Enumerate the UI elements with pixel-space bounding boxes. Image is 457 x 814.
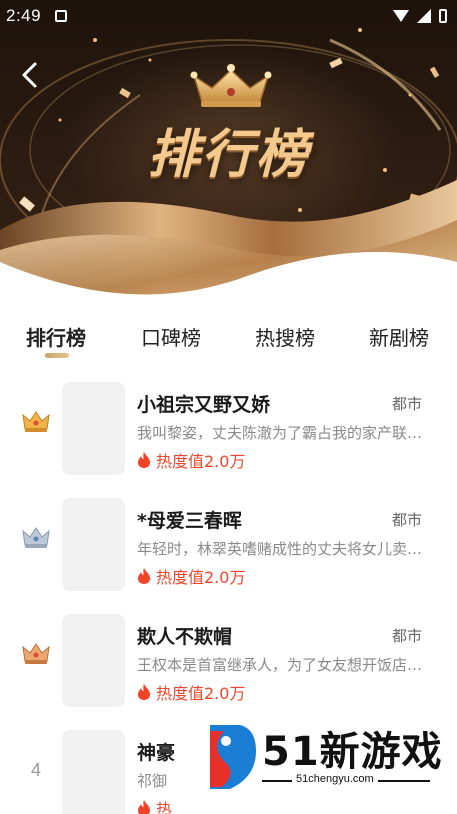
heat-label: 热度值2.0万 bbox=[156, 568, 246, 587]
fire-icon bbox=[138, 684, 150, 700]
rank-badge bbox=[18, 523, 54, 553]
drama-title[interactable]: 神豪 bbox=[137, 738, 175, 765]
status-time: 2:49 bbox=[6, 6, 42, 25]
list-item[interactable]: *母爱三春晖 都市 年轻时，林翠英嗜赌成性的丈夫将女儿卖… 热度值2.0万 bbox=[0, 488, 457, 604]
drama-description: 年轻时，林翠英嗜赌成性的丈夫将女儿卖… bbox=[137, 540, 423, 558]
tab-hot-search[interactable]: 热搜榜 bbox=[255, 322, 315, 351]
back-button[interactable] bbox=[14, 58, 48, 92]
chevron-left-icon bbox=[22, 62, 37, 88]
heat-label: 热度值2.0万 bbox=[156, 684, 246, 703]
gold-crown-icon bbox=[22, 411, 50, 432]
watermark-url: 51chengyu.com bbox=[296, 773, 374, 785]
wifi-icon bbox=[393, 10, 409, 22]
status-bar: 2:49 bbox=[0, 0, 457, 32]
heat-value: 热度值2.0万 bbox=[136, 564, 245, 588]
fire-icon bbox=[138, 452, 150, 468]
active-tab-indicator bbox=[45, 353, 69, 358]
watermark-brand: 51新游戏 bbox=[262, 729, 443, 775]
heat-label: 热度值2.0万 bbox=[156, 452, 246, 471]
list-item[interactable]: 欺人不欺帽 都市 王权本是首富继承人，为了女友想开饭店… 热度值2.0万 bbox=[0, 604, 457, 720]
battery-icon bbox=[439, 9, 447, 23]
site-watermark: 51新游戏 51chengyu.com bbox=[196, 715, 442, 795]
fire-icon bbox=[138, 568, 150, 584]
list-item[interactable]: 小祖宗又野又娇 都市 我叫黎姿，丈夫陈澈为了霸占我的家产联… 热度值2.0万 bbox=[0, 372, 457, 488]
signal-icon bbox=[417, 9, 431, 23]
fire-icon bbox=[138, 800, 150, 814]
drama-genre: 都市 bbox=[391, 395, 422, 413]
watermark-divider bbox=[262, 780, 292, 782]
heat-label: 热 bbox=[156, 800, 173, 814]
ranking-tabs: 排行榜 口碑榜 热搜榜 新剧榜 bbox=[0, 312, 457, 372]
heat-value: 热度值2.0万 bbox=[136, 448, 245, 472]
drama-genre: 都市 bbox=[391, 627, 422, 645]
drama-cover[interactable] bbox=[62, 614, 125, 707]
drama-description: 我叫黎姿，丈夫陈澈为了霸占我的家产联… bbox=[137, 424, 423, 442]
watermark-divider bbox=[378, 780, 430, 782]
crown-icon bbox=[190, 64, 272, 107]
tab-reputation[interactable]: 口碑榜 bbox=[141, 322, 201, 351]
drama-description: 王权本是首富继承人，为了女友想开饭店… bbox=[137, 656, 423, 674]
bronze-crown-icon bbox=[22, 643, 50, 664]
ranking-banner: 2:49 排行榜 bbox=[0, 0, 457, 312]
drama-cover[interactable] bbox=[62, 382, 125, 475]
notification-icon bbox=[55, 10, 68, 22]
silver-crown-icon bbox=[22, 527, 50, 548]
drama-cover[interactable] bbox=[62, 730, 125, 814]
drama-genre: 都市 bbox=[391, 511, 422, 529]
heat-value: 热 bbox=[136, 796, 172, 814]
rank-badge: 4 bbox=[18, 755, 54, 785]
rank-number: 4 bbox=[30, 759, 41, 780]
tab-ranking[interactable]: 排行榜 bbox=[26, 322, 86, 351]
drama-cover[interactable] bbox=[62, 498, 125, 591]
rank-badge bbox=[18, 639, 54, 669]
rank-badge bbox=[18, 407, 54, 437]
heat-value: 热度值2.0万 bbox=[136, 680, 245, 704]
watermark-logo bbox=[210, 725, 256, 789]
tab-new-drama[interactable]: 新剧榜 bbox=[369, 322, 429, 351]
page-title: 排行榜 bbox=[147, 125, 310, 185]
drama-title[interactable]: *母爱三春晖 bbox=[137, 506, 242, 533]
drama-title[interactable]: 小祖宗又野又娇 bbox=[137, 390, 270, 417]
drama-title[interactable]: 欺人不欺帽 bbox=[137, 622, 232, 649]
